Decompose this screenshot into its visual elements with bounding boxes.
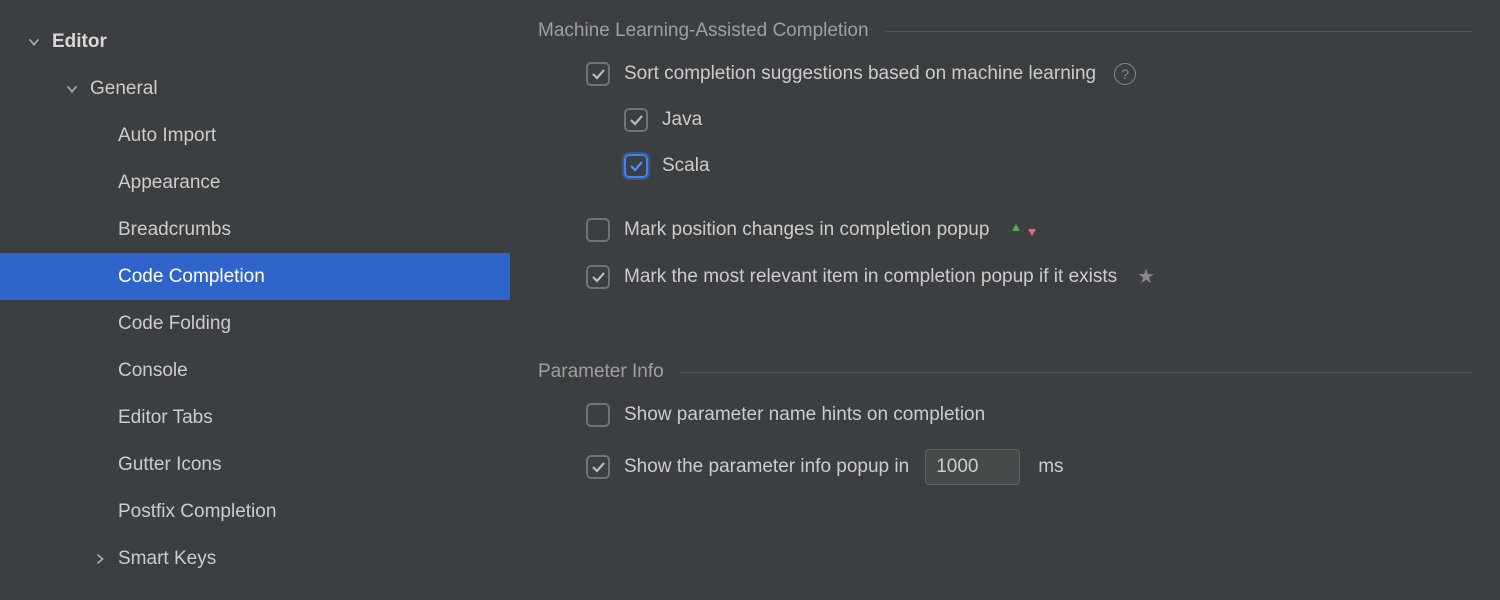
sidebar-label: Auto Import <box>118 125 216 147</box>
chevron-right-icon <box>92 551 108 567</box>
sidebar-item-code-completion[interactable]: Code Completion <box>0 253 510 300</box>
chevron-down-icon <box>26 34 42 50</box>
sidebar-item-editor-tabs[interactable]: Editor Tabs <box>0 394 510 441</box>
unit-label: ms <box>1038 456 1063 478</box>
star-icon: ★ <box>1137 264 1155 289</box>
option-mark-position: Mark position changes in completion popu… <box>538 218 1472 242</box>
option-param-hints: Show parameter name hints on completion <box>538 403 1472 427</box>
divider <box>680 372 1472 373</box>
sidebar-label: Console <box>118 360 188 382</box>
option-mark-relevant: Mark the most relevant item in completio… <box>538 264 1472 289</box>
settings-content: Machine Learning-Assisted Completion Sor… <box>510 0 1500 600</box>
option-label: Show parameter name hints on completion <box>624 404 985 426</box>
sidebar-item-code-folding[interactable]: Code Folding <box>0 300 510 347</box>
option-label: Java <box>662 109 702 131</box>
section-title: Machine Learning-Assisted Completion <box>538 20 869 42</box>
sidebar-label: Appearance <box>118 172 220 194</box>
sidebar-item-general[interactable]: General <box>0 65 510 112</box>
checkbox-sort[interactable] <box>586 62 610 86</box>
section-header-param: Parameter Info <box>538 361 1472 383</box>
position-arrows-icon <box>1009 222 1039 238</box>
sidebar-item-appearance[interactable]: Appearance <box>0 159 510 206</box>
option-label: Mark position changes in completion popu… <box>624 219 989 241</box>
divider <box>885 31 1472 32</box>
option-label: Show the parameter info popup in <box>624 456 909 478</box>
chevron-down-icon <box>64 81 80 97</box>
sidebar-label: Smart Keys <box>118 548 216 570</box>
sidebar-item-console[interactable]: Console <box>0 347 510 394</box>
help-icon[interactable]: ? <box>1114 63 1136 85</box>
section-header-ml: Machine Learning-Assisted Completion <box>538 20 1472 42</box>
checkbox-param-hints[interactable] <box>586 403 610 427</box>
sidebar-label: Gutter Icons <box>118 454 222 476</box>
checkbox-scala[interactable] <box>624 154 648 178</box>
option-scala: Scala <box>538 154 1472 178</box>
sidebar-label: Code Folding <box>118 313 231 335</box>
option-java: Java <box>538 108 1472 132</box>
option-param-popup: Show the parameter info popup in ms <box>538 449 1472 485</box>
sidebar-item-editor[interactable]: Editor <box>0 18 510 65</box>
sidebar-item-gutter-icons[interactable]: Gutter Icons <box>0 441 510 488</box>
sidebar-item-breadcrumbs[interactable]: Breadcrumbs <box>0 206 510 253</box>
section-title: Parameter Info <box>538 361 664 383</box>
sidebar-item-postfix-completion[interactable]: Postfix Completion <box>0 488 510 535</box>
sidebar-label: Postfix Completion <box>118 501 276 523</box>
option-sort-suggestions: Sort completion suggestions based on mac… <box>538 62 1472 86</box>
option-label: Scala <box>662 155 710 177</box>
settings-sidebar: Editor General Auto Import Appearance Br… <box>0 0 510 600</box>
checkbox-java[interactable] <box>624 108 648 132</box>
sidebar-label: Editor <box>52 31 107 53</box>
checkbox-mark-relevant[interactable] <box>586 265 610 289</box>
sidebar-label: Breadcrumbs <box>118 219 231 241</box>
option-label: Mark the most relevant item in completio… <box>624 266 1117 288</box>
checkbox-mark-position[interactable] <box>586 218 610 242</box>
option-label: Sort completion suggestions based on mac… <box>624 63 1096 85</box>
sidebar-label: Editor Tabs <box>118 407 213 429</box>
checkbox-param-popup[interactable] <box>586 455 610 479</box>
sidebar-label: Code Completion <box>118 266 265 288</box>
sidebar-label: General <box>90 78 158 100</box>
param-popup-delay-input[interactable] <box>925 449 1020 485</box>
sidebar-item-smart-keys[interactable]: Smart Keys <box>0 535 510 582</box>
sidebar-item-auto-import[interactable]: Auto Import <box>0 112 510 159</box>
